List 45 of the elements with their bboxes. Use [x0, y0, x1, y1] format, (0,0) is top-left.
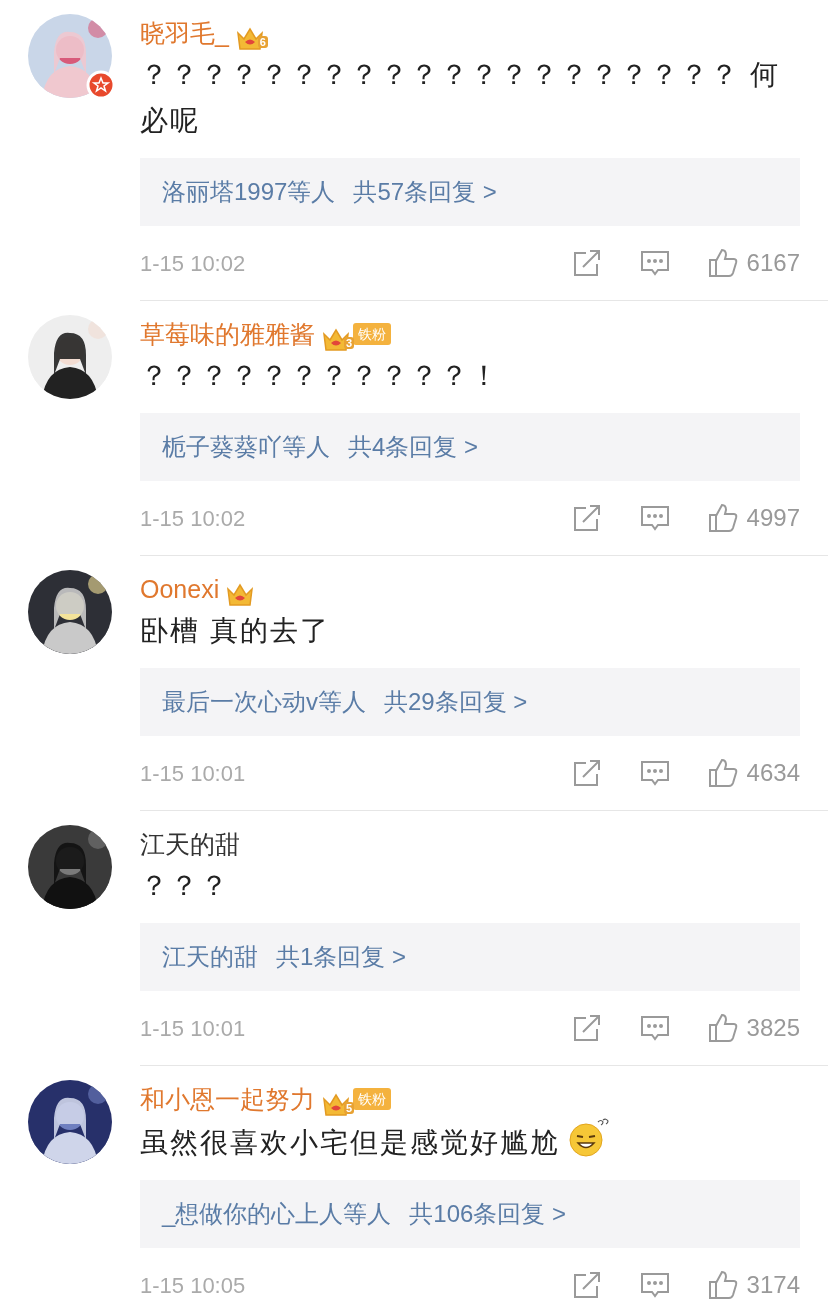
like-icon[interactable]	[706, 1012, 739, 1044]
reply-users: _想做你的心上人等人	[162, 1199, 392, 1229]
replies-link[interactable]: _想做你的心上人等人 共106条回复 >	[140, 1180, 800, 1248]
comment-text: ？？？	[140, 870, 230, 901]
reply-count: 共1条回复 >	[276, 942, 407, 972]
fan-tag: 铁粉	[353, 1088, 391, 1110]
like-count: 3174	[746, 1270, 800, 1300]
like-count: 6167	[746, 248, 800, 278]
username[interactable]: Oonexi	[140, 570, 220, 608]
level-number: 3	[343, 337, 354, 349]
timestamp: 1-15 10:01	[140, 759, 247, 788]
username[interactable]: 晓羽毛_	[140, 14, 229, 52]
level-number: 5	[343, 1102, 354, 1114]
reply-count: 共106条回复 >	[409, 1199, 567, 1229]
reply-count: 共29条回复 >	[384, 687, 528, 717]
like-icon[interactable]	[706, 247, 739, 279]
timestamp: 1-15 10:02	[140, 249, 247, 278]
timestamp: 1-15 10:02	[140, 504, 247, 533]
replies-link[interactable]: 最后一次心动v等人 共29条回复 >	[140, 668, 800, 736]
fan-tag: 铁粉	[353, 323, 391, 345]
username[interactable]: 江天的甜	[140, 825, 240, 863]
like-icon[interactable]	[706, 1269, 739, 1301]
comment-text: ？？？？？？？？？？？！	[140, 360, 500, 391]
username[interactable]: 草莓味的雅雅酱	[140, 315, 315, 353]
comment-text: ？？？？？？？？？？？？？？？？？？？？ 何必呢	[140, 59, 780, 136]
timestamp: 1-15 10:05	[140, 1271, 247, 1300]
comment-text: 卧槽 真的去了	[140, 615, 330, 646]
replies-link[interactable]: 洛丽塔1997等人 共57条回复 >	[140, 158, 800, 226]
like-icon[interactable]	[706, 757, 739, 789]
like-count: 4634	[746, 758, 800, 788]
reply-users: 江天的甜	[162, 942, 258, 972]
reply-users: 最后一次心动v等人	[162, 687, 366, 717]
replies-link[interactable]: 栀子葵葵吖等人 共4条回复 >	[140, 413, 800, 481]
reply-count: 共4条回复 >	[348, 432, 479, 462]
like-icon[interactable]	[706, 502, 739, 534]
comment-text: 虽然很喜欢小宅但是感觉好尴尬	[140, 1127, 560, 1158]
like-count: 3825	[746, 1013, 800, 1043]
replies-link[interactable]: 江天的甜 共1条回复 >	[140, 923, 800, 991]
username[interactable]: 和小恩一起努力	[140, 1080, 315, 1118]
level-number: 6	[257, 36, 268, 48]
reply-users: 洛丽塔1997等人	[162, 177, 336, 207]
timestamp: 1-15 10:01	[140, 1014, 247, 1043]
like-count: 4997	[746, 503, 800, 533]
reply-count: 共57条回复 >	[353, 177, 497, 207]
reply-users: 栀子葵葵吖等人	[162, 432, 330, 462]
